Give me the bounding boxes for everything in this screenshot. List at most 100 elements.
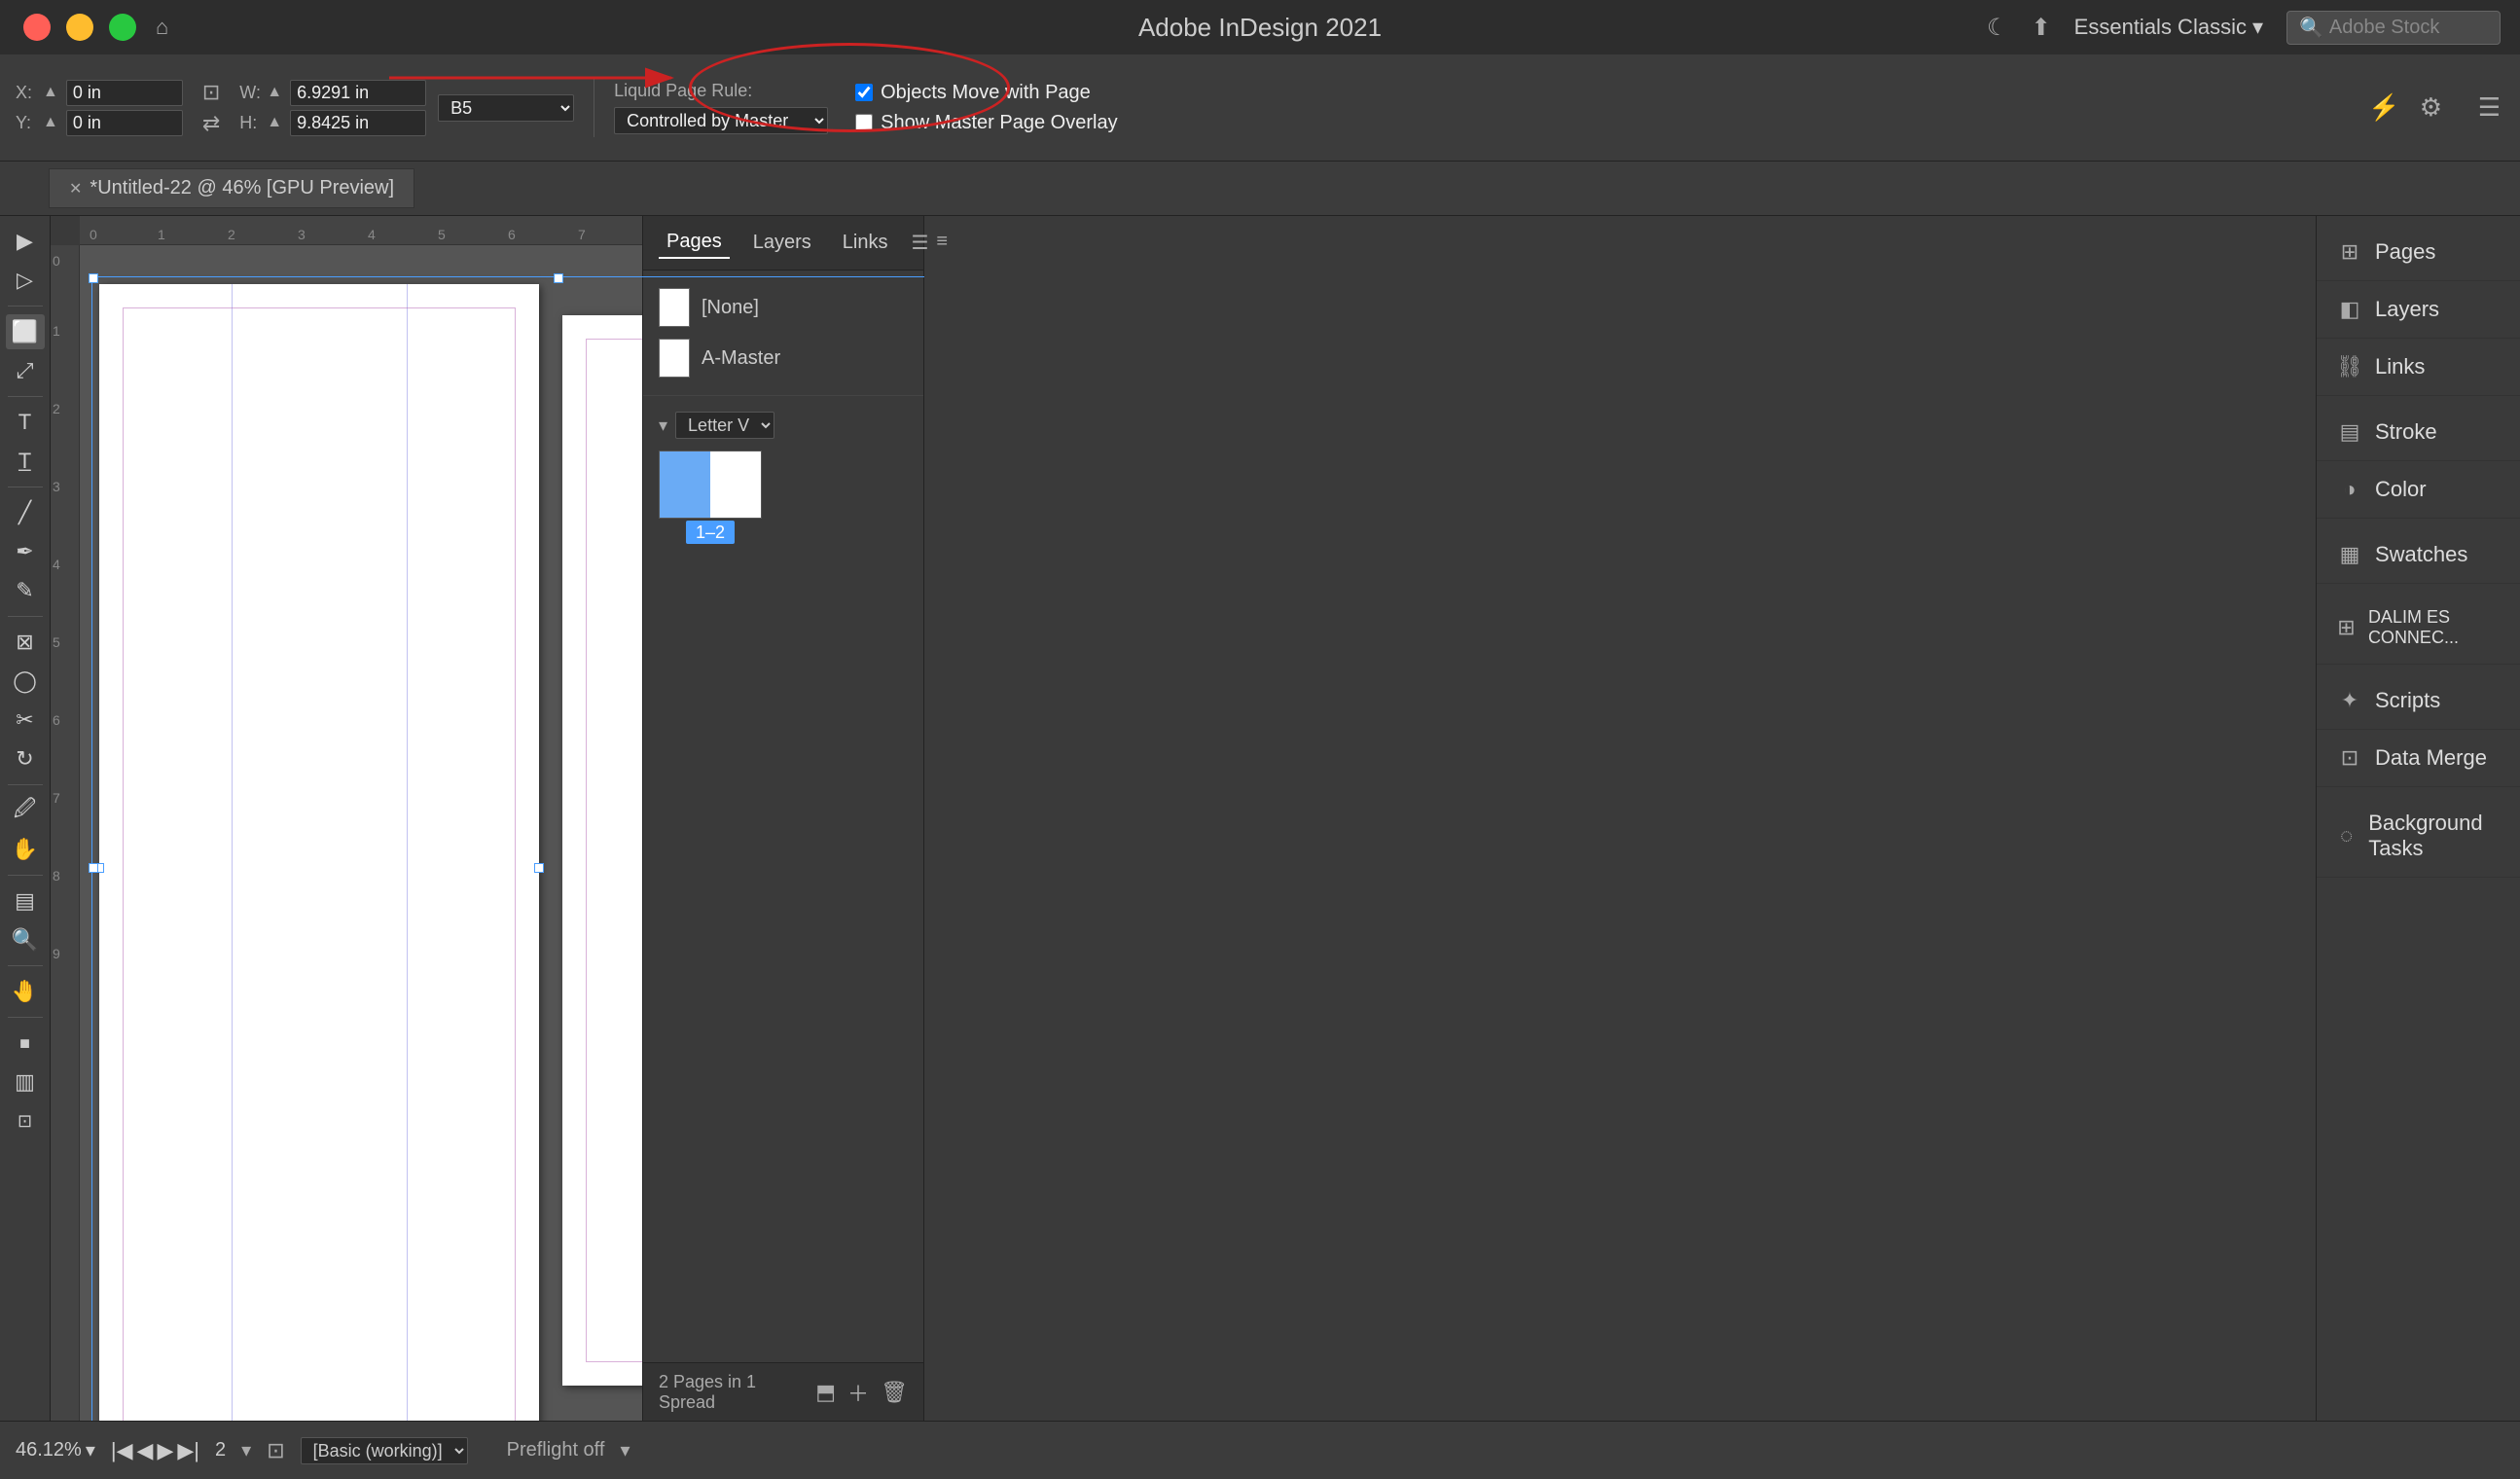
right-panel-dalim[interactable]: ⊞ DALIM ES CONNEC... [2317, 592, 2520, 665]
document-tab[interactable]: ✕ *Untitled-22 @ 46% [GPU Preview] [49, 168, 414, 208]
zoom-dropdown-icon[interactable]: ▾ [86, 1438, 95, 1462]
x-spinner-up[interactable]: ▲ [43, 84, 58, 101]
nav-next-icon[interactable]: ▶ [157, 1438, 173, 1463]
notifications-icon[interactable]: ☾ [1987, 14, 2008, 42]
pen-tool[interactable]: ✒ [6, 534, 45, 569]
rps-label-1 [2317, 216, 2520, 224]
fill-color[interactable]: ■ [6, 1026, 45, 1061]
right-panel-color[interactable]: ◑ Color [2317, 461, 2520, 519]
pencil-tool[interactable]: ✎ [6, 573, 45, 608]
ellipse-tool[interactable]: ◯ [6, 664, 45, 699]
page1-right-handle [534, 863, 544, 873]
free-transform-tool[interactable]: ↻ [6, 741, 45, 776]
h-spinner-up[interactable]: ▲ [267, 114, 282, 131]
search-icon: 🔍 [2299, 16, 2323, 40]
new-master-icon[interactable]: ⬒ [815, 1380, 836, 1405]
style-select[interactable]: [Basic (working)] [301, 1437, 468, 1464]
constrain-proportions-icon[interactable]: ⊡ [202, 80, 220, 105]
zoom-tool[interactable]: 🔍 [6, 922, 45, 957]
flip-icon[interactable]: ⇄ [202, 111, 220, 136]
pages-panel: Pages Layers Links ☰ ≡ [None] A-Master ▾… [642, 216, 924, 1421]
preflight-dropdown[interactable]: ▾ [620, 1438, 630, 1462]
gradient-tool[interactable]: ▤ [6, 884, 45, 919]
pages-label: Pages [2375, 239, 2435, 265]
type-on-path-tool[interactable]: T̲ [6, 444, 45, 479]
right-panel-pages[interactable]: ⊞ Pages [2317, 224, 2520, 281]
measure-tool[interactable]: ✋ [6, 832, 45, 867]
type-tool[interactable]: T [6, 405, 45, 440]
objects-move-checkbox[interactable] [855, 84, 873, 101]
right-panel-datamerge[interactable]: ⊡ Data Merge [2317, 730, 2520, 787]
right-panel-swatches[interactable]: ▦ Swatches [2317, 526, 2520, 584]
rps-separator-1 [2317, 396, 2520, 404]
a-master[interactable]: A-Master [659, 333, 908, 383]
page-tool[interactable]: ⬜ [6, 314, 45, 349]
text-frame-tool[interactable]: ⊡ [6, 1103, 45, 1138]
adobe-stock-search[interactable]: 🔍 Adobe Stock [2286, 11, 2501, 45]
close-button[interactable] [23, 14, 51, 41]
selection-tool[interactable]: ▶ [6, 224, 45, 259]
spread-dropdown[interactable]: Letter V [675, 412, 774, 439]
wh-section: W: ▲ H: ▲ [239, 80, 426, 136]
master-section: [None] A-Master [643, 271, 923, 396]
rectangle-frame-tool[interactable]: ⊠ [6, 625, 45, 660]
right-panel-links[interactable]: ⛓ Links [2317, 339, 2520, 396]
direct-selection-tool[interactable]: ▷ [6, 263, 45, 298]
none-master[interactable]: [None] [659, 282, 908, 333]
scissors-tool[interactable]: ✂ [6, 703, 45, 738]
minimize-button[interactable] [66, 14, 93, 41]
y-label: Y: [16, 113, 35, 133]
home-button[interactable]: ⌂ [156, 15, 168, 40]
panel-menu-icon[interactable]: ☰ [2478, 92, 2501, 123]
panel-menu-icon[interactable]: ≡ [936, 231, 948, 255]
w-input[interactable] [290, 80, 426, 106]
w-spinner-up[interactable]: ▲ [267, 84, 282, 101]
new-page-icon[interactable]: ＋ [847, 1377, 869, 1408]
page-size-select[interactable]: B5 [438, 94, 574, 122]
tool-sep-6 [8, 875, 43, 876]
lightning-icon[interactable]: ⚡ [2368, 92, 2399, 123]
right-panel-scripts[interactable]: ✦ Scripts [2317, 672, 2520, 730]
tab-layers[interactable]: Layers [745, 228, 819, 258]
nav-first-icon[interactable]: |◀ [111, 1438, 133, 1463]
tool-sep-8 [8, 1017, 43, 1018]
none-thumb [659, 288, 690, 327]
line-tool[interactable]: ╱ [6, 495, 45, 530]
share-icon[interactable]: ⬆ [2032, 14, 2051, 42]
right-panel-stroke[interactable]: ▤ Stroke [2317, 404, 2520, 461]
nav-prev-icon[interactable]: ◀ [137, 1438, 154, 1463]
eyedropper-tool[interactable]: 🖉 [6, 793, 45, 828]
chevron-down-icon: ▾ [2252, 15, 2263, 40]
vruler-2: 2 [53, 401, 60, 416]
tab-pages[interactable]: Pages [659, 227, 730, 259]
page-nav-dropdown[interactable]: ▾ [241, 1438, 251, 1462]
gap-tool[interactable]: ⤢ [6, 353, 45, 388]
delete-page-icon[interactable]: 🗑 [881, 1380, 908, 1405]
y-input[interactable] [66, 110, 183, 136]
hand-tool[interactable]: 🤚 [6, 974, 45, 1009]
show-master-checkbox[interactable] [855, 114, 873, 131]
right-panel-background-tasks[interactable]: ◌ Background Tasks [2317, 795, 2520, 878]
spread-thumb-container[interactable]: 1–2 [659, 451, 762, 543]
panel-list-icon[interactable]: ☰ [911, 231, 928, 255]
settings-icon[interactable]: ⚙ [2420, 92, 2442, 123]
fullscreen-button[interactable] [109, 14, 136, 41]
liquid-select[interactable]: Controlled by Master [614, 107, 828, 134]
x-input[interactable] [66, 80, 183, 106]
right-panel-layers[interactable]: ◧ Layers [2317, 281, 2520, 339]
page-1[interactable] [99, 284, 539, 1421]
vruler-0: 0 [53, 253, 60, 269]
none-label: [None] [702, 297, 759, 319]
tab-links[interactable]: Links [835, 228, 896, 258]
h-input[interactable] [290, 110, 426, 136]
ruler-mark-6: 6 [508, 227, 516, 242]
traffic-lights[interactable] [23, 14, 136, 41]
frame-grid-tool[interactable]: ▥ [6, 1064, 45, 1100]
nav-last-icon[interactable]: ▶| [177, 1438, 199, 1463]
tab-close-button[interactable]: ✕ [69, 179, 82, 198]
page-position-icon[interactable]: ⊡ [267, 1438, 284, 1463]
y-spinner-up[interactable]: ▲ [43, 114, 58, 131]
workspace-selector[interactable]: Essentials Classic ▾ [2074, 15, 2263, 40]
title-bar-right: ☾ ⬆ Essentials Classic ▾ 🔍 Adobe Stock [1987, 11, 2520, 45]
spread-collapse-icon[interactable]: ▾ [659, 415, 667, 436]
